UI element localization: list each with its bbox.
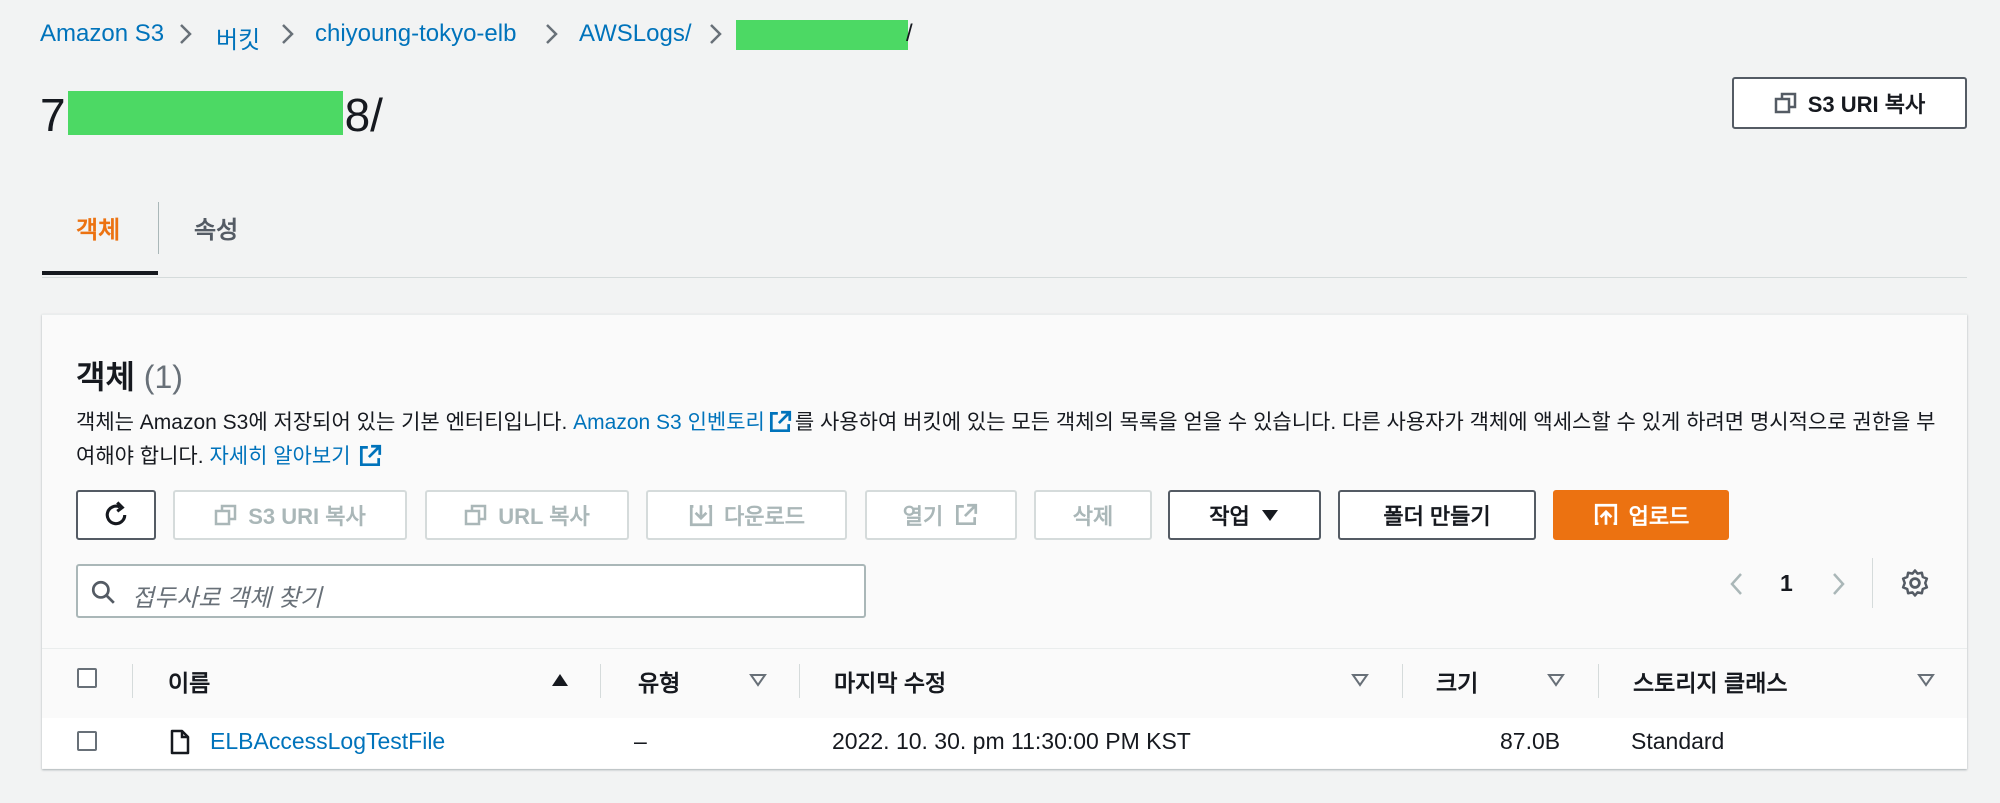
page-title-prefix: 7 — [40, 89, 66, 141]
copy-s3-uri-top-button[interactable]: S3 URI 복사 — [1732, 77, 1967, 129]
create-folder-button-label: 폴더 만들기 — [1383, 504, 1491, 529]
upload-button[interactable]: 업로드 — [1553, 490, 1729, 540]
upload-icon — [1594, 503, 1617, 526]
open-button[interactable]: 열기 — [865, 490, 1017, 540]
gear-icon[interactable] — [1900, 568, 1930, 598]
objects-description: 객체는 Amazon S3에 저장되어 있는 기본 엔터티입니다. Amazon… — [76, 406, 1936, 474]
page-title-suffix: 8/ — [344, 89, 383, 141]
chevron-right-icon — [180, 24, 192, 44]
column-divider — [799, 664, 800, 698]
object-name-link[interactable]: ELBAccessLogTestFile — [210, 728, 445, 755]
create-folder-button[interactable]: 폴더 만들기 — [1338, 490, 1536, 540]
sort-icon[interactable] — [1916, 672, 1936, 688]
copy-url-button[interactable]: URL 복사 — [425, 490, 629, 540]
chevron-right-icon — [546, 24, 558, 44]
delete-button[interactable]: 삭제 — [1034, 490, 1152, 540]
column-divider — [1402, 664, 1403, 698]
tab-underline — [42, 277, 1967, 278]
objects-count: (1) — [143, 359, 183, 395]
sort-icon[interactable] — [748, 672, 768, 688]
tab-properties[interactable]: 속성 — [194, 210, 238, 245]
row-checkbox[interactable] — [77, 731, 97, 751]
select-all-checkbox[interactable] — [77, 668, 97, 688]
file-icon — [170, 729, 190, 755]
object-storage-class: Standard — [1631, 728, 1725, 754]
sort-icon[interactable] — [1350, 672, 1370, 688]
description-text-1: 객체는 Amazon S3에 저장되어 있는 기본 엔터티입니다. — [76, 411, 574, 434]
external-link-icon — [359, 444, 381, 467]
current-page-number[interactable]: 1 — [1780, 570, 1793, 597]
column-header-type[interactable]: 유형 — [638, 664, 680, 698]
tab-divider — [158, 202, 159, 254]
column-divider — [132, 664, 133, 698]
download-button-label: 다운로드 — [724, 504, 805, 529]
column-header-last-modified[interactable]: 마지막 수정 — [834, 664, 946, 698]
copy-icon — [1774, 92, 1796, 114]
copy-icon — [214, 504, 237, 526]
search-icon — [91, 580, 115, 604]
breadcrumb-current-suffix: / — [906, 20, 913, 47]
search-input[interactable]: 접두사로 객체 찾기 — [76, 564, 866, 618]
chevron-right-icon — [282, 24, 294, 44]
external-link-icon — [769, 410, 791, 433]
next-page-icon[interactable] — [1825, 570, 1851, 598]
redacted-account-id — [736, 20, 908, 50]
delete-button-label: 삭제 — [1072, 504, 1114, 529]
external-link-icon — [956, 503, 978, 526]
copy-s3-uri-button[interactable]: S3 URI 복사 — [173, 490, 407, 540]
copy-icon — [465, 504, 487, 526]
column-header-name[interactable]: 이름 — [168, 664, 210, 698]
refresh-icon — [105, 501, 127, 526]
object-size: 87.0B — [1500, 728, 1561, 754]
objects-heading: 객체 (1) — [76, 352, 183, 398]
upload-button-label: 업로드 — [1628, 504, 1690, 529]
breadcrumb-awslogs[interactable]: AWSLogs/ — [579, 20, 692, 48]
copy-url-button-label: URL 복사 — [498, 504, 590, 529]
previous-page-icon[interactable] — [1724, 570, 1750, 598]
column-divider — [600, 664, 601, 698]
redacted-title — [67, 91, 343, 135]
caret-down-icon — [1261, 510, 1278, 521]
copy-s3-uri-label: S3 URI 복사 — [1807, 92, 1926, 117]
object-type: – — [634, 728, 647, 754]
objects-heading-text: 객체 — [76, 359, 135, 395]
tab-objects[interactable]: 객체 — [76, 210, 120, 245]
sort-ascending-icon[interactable] — [550, 672, 570, 688]
actions-dropdown[interactable]: 작업 — [1168, 490, 1321, 540]
sort-icon[interactable] — [1546, 672, 1566, 688]
inventory-link[interactable]: Amazon S3 인벤토리 — [573, 411, 765, 434]
breadcrumb-buckets[interactable]: 버킷 — [216, 20, 260, 55]
download-button[interactable]: 다운로드 — [646, 490, 847, 540]
copy-s3-uri-button-label: S3 URI 복사 — [248, 504, 366, 529]
column-header-size[interactable]: 크기 — [1436, 664, 1478, 698]
tab-active-indicator — [42, 271, 158, 275]
pagination-divider — [1872, 558, 1873, 608]
search-placeholder: 접두사로 객체 찾기 — [132, 585, 322, 612]
breadcrumb-bucket[interactable]: chiyoung-tokyo-elb — [315, 20, 516, 48]
breadcrumb-amazon-s3[interactable]: Amazon S3 — [40, 20, 164, 48]
refresh-button[interactable] — [76, 490, 156, 540]
actions-dropdown-label: 작업 — [1209, 504, 1250, 529]
download-icon — [689, 504, 713, 527]
chevron-right-icon — [710, 24, 722, 44]
object-last-modified: 2022. 10. 30. pm 11:30:00 PM KST — [832, 728, 1191, 754]
page-title: 7 8/ — [40, 88, 383, 144]
column-header-storage-class[interactable]: 스토리지 클래스 — [1633, 664, 1788, 698]
learn-more-link[interactable]: 자세히 알아보기 — [209, 445, 350, 468]
column-divider — [1598, 664, 1599, 698]
open-button-label: 열기 — [902, 504, 944, 529]
